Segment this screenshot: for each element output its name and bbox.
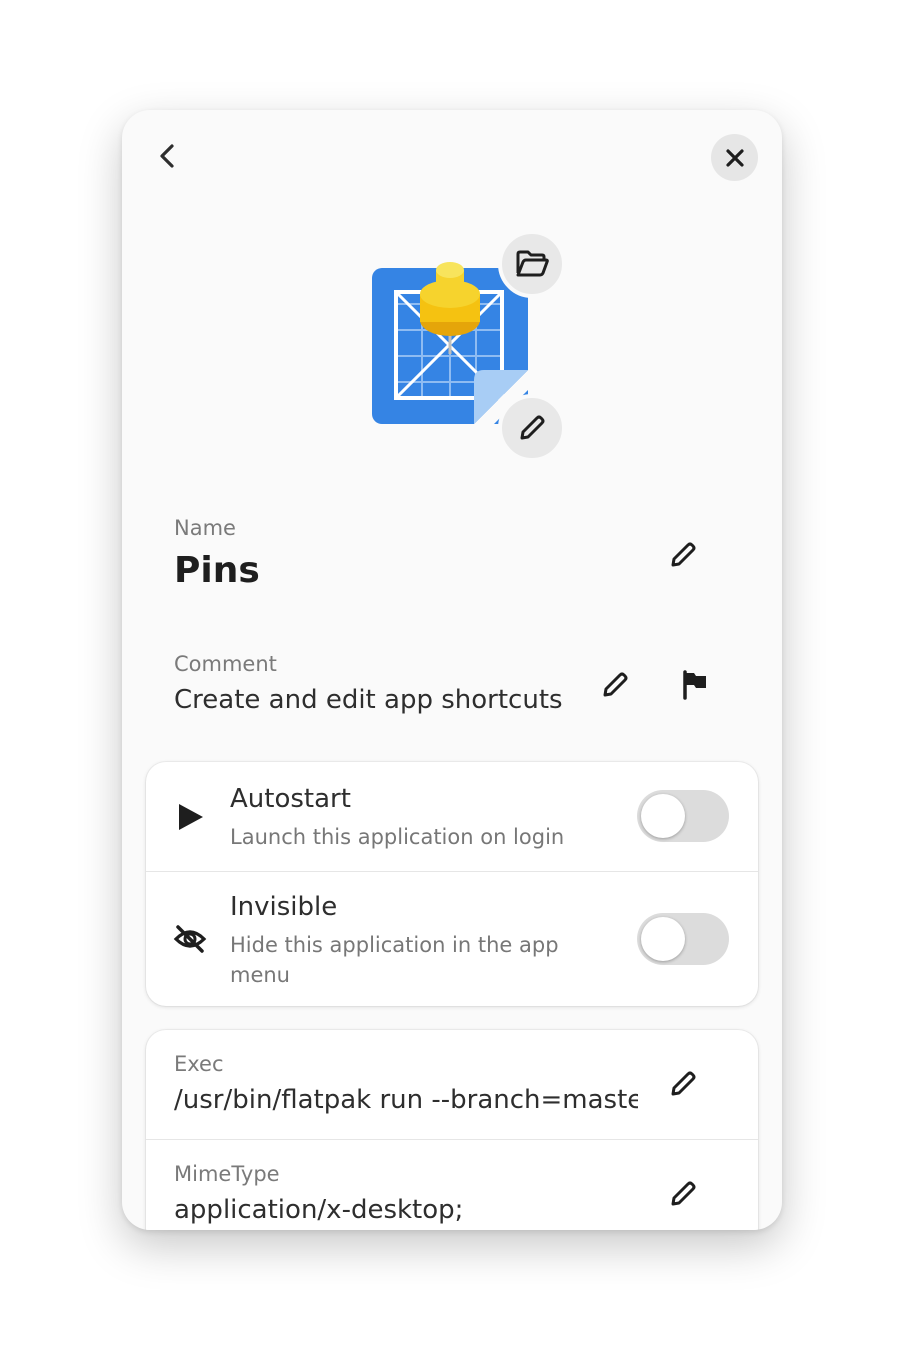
name-label: Name [174, 516, 236, 540]
exec-label: Exec [174, 1052, 224, 1076]
edit-icon-button[interactable] [498, 394, 566, 462]
app-window: Name Pins Comment Create and edit app sh… [122, 110, 782, 1230]
autostart-title: Autostart [230, 784, 351, 814]
pencil-icon [603, 672, 628, 697]
autostart-row: Autostart Launch this application on log… [146, 762, 758, 871]
pencil-icon [671, 1181, 696, 1206]
invisible-switch[interactable] [637, 913, 729, 965]
comment-value: Create and edit app shortcuts [174, 685, 563, 715]
mimetype-label: MimeType [174, 1162, 280, 1186]
mimetype-value: application/x-desktop; [174, 1195, 464, 1225]
pencil-icon [671, 1071, 696, 1096]
pencil-icon [520, 415, 545, 440]
pencil-icon [671, 542, 696, 567]
close-button[interactable] [711, 134, 758, 181]
desktop-keys-card: Exec /usr/bin/flatpak run --branch=maste… [146, 1030, 758, 1230]
autostart-subtitle: Launch this application on login [230, 825, 565, 849]
autostart-switch[interactable] [637, 790, 729, 842]
pick-icon-button[interactable] [498, 230, 566, 298]
folder-open-icon [516, 250, 549, 277]
switch-knob [641, 917, 685, 961]
mimetype-row: MimeType application/x-desktop; [146, 1139, 758, 1230]
exec-row: Exec /usr/bin/flatpak run --branch=maste [146, 1030, 758, 1139]
go-back-icon [160, 144, 174, 168]
eye-slash-icon [172, 921, 208, 957]
switch-knob [641, 794, 685, 838]
edit-comment-button[interactable] [591, 661, 639, 709]
play-icon [172, 799, 208, 835]
invisible-row: Invisible Hide this application in the a… [146, 871, 758, 1006]
comment-label: Comment [174, 652, 277, 676]
toggle-settings-card: Autostart Launch this application on log… [146, 762, 758, 1006]
exec-value: /usr/bin/flatpak run --branch=maste [174, 1085, 638, 1115]
edit-mimetype-button[interactable] [659, 1170, 707, 1218]
edit-exec-button[interactable] [659, 1060, 707, 1108]
invisible-subtitle: Hide this application in the app menu [230, 933, 559, 987]
flag-icon [683, 670, 706, 700]
name-value: Pins [174, 550, 260, 591]
edit-name-button[interactable] [659, 531, 707, 579]
invisible-title: Invisible [230, 892, 338, 922]
back-button[interactable] [148, 136, 188, 176]
close-icon [725, 148, 744, 167]
translate-comment-button[interactable] [671, 661, 719, 709]
